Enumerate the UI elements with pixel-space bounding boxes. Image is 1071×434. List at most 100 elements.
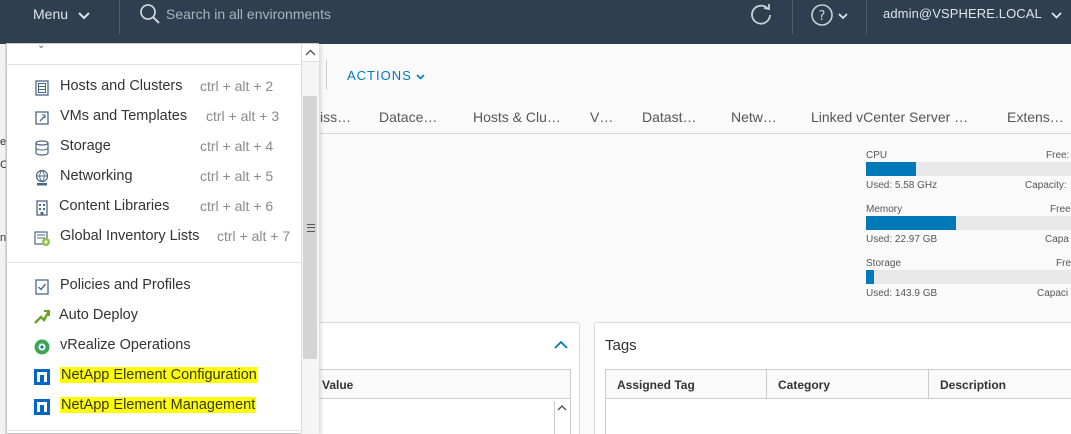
menu-item-label: NetApp Element Management	[60, 397, 257, 413]
toolbar-divider	[326, 60, 327, 90]
column-header-category[interactable]: Category	[766, 369, 929, 399]
refresh-icon[interactable]	[748, 1, 774, 32]
grid-scrollbar[interactable]	[554, 401, 570, 434]
storage-icon	[33, 139, 51, 157]
meter-bar	[866, 270, 1071, 284]
menu-item-networking[interactable]: Networking ctrl + alt + 5	[33, 166, 303, 190]
highlighted-label: NetApp Element Management	[60, 397, 257, 413]
column-header-label: Category	[778, 378, 831, 392]
help-icon[interactable]: ?	[810, 3, 834, 32]
collapse-chevron-up-icon[interactable]	[554, 336, 568, 354]
scrollbar-thumb[interactable]	[303, 96, 317, 359]
menu-item-vms-and-templates[interactable]: VMs and Templates ctrl + alt + 3	[33, 106, 303, 130]
tab-permissions[interactable]: iss…	[320, 109, 351, 125]
chevron-down-icon	[78, 1, 90, 29]
menu-item-label: Networking	[60, 168, 133, 184]
main-menu-dropdown: ⌄ Hosts and Clusters ctrl + alt + 2 VMs …	[6, 40, 319, 434]
menu-divider	[7, 64, 301, 65]
column-header-label: Description	[940, 378, 1007, 392]
tags-card-title: Tags	[605, 337, 637, 354]
menu-item-storage[interactable]: Storage ctrl + alt + 4	[33, 136, 303, 160]
scroll-up-arrow-icon[interactable]	[302, 44, 319, 62]
object-tabs: iss… Datace… Hosts & Clu… V… Datast… Net…	[320, 104, 1071, 134]
meter-label: Storage	[866, 258, 902, 269]
column-header-description[interactable]: Description	[928, 369, 1071, 399]
meter-free: Free	[1050, 204, 1071, 215]
vrealize-icon	[33, 338, 51, 356]
column-header-assigned-tag[interactable]: Assigned Tag	[605, 369, 767, 399]
tags-grid-body	[605, 399, 1071, 434]
menu-item-policies-and-profiles[interactable]: Policies and Profiles	[33, 275, 303, 299]
keyboard-shortcut: ctrl + alt + 3	[206, 108, 280, 124]
menu-label: Menu	[33, 6, 69, 22]
keyboard-shortcut: ctrl + alt + 5	[200, 168, 274, 184]
content-libraries-icon	[33, 199, 51, 217]
chevron-down-icon	[416, 74, 425, 80]
header-divider	[866, 0, 867, 34]
menu-item-content-libraries[interactable]: Content Libraries ctrl + alt + 6	[33, 196, 303, 220]
meter-used: Used: 22.97 GB	[866, 234, 938, 245]
user-menu[interactable]: admin@VSPHERE.LOCAL	[883, 0, 1062, 28]
scrollbar-grip-icon	[307, 224, 315, 232]
header-divider	[119, 0, 120, 34]
actions-menu-button[interactable]: ACTIONS	[347, 68, 425, 83]
menu-item-label: vRealize Operations	[60, 337, 191, 353]
keyboard-shortcut: ctrl + alt + 6	[200, 198, 274, 214]
top-header-bar: Menu ? admin@VSPHERE.LOCAL	[0, 0, 1071, 44]
auto-deploy-icon	[33, 308, 51, 326]
column-header-value[interactable]: Value	[322, 378, 353, 392]
meter-label: CPU	[866, 150, 888, 161]
tab-datacenters[interactable]: Datace…	[379, 109, 437, 125]
tab-linked-vcenter[interactable]: Linked vCenter Server …	[811, 109, 968, 125]
menu-scrollbar[interactable]	[301, 44, 319, 434]
attributes-grid-body	[313, 399, 571, 434]
vms-templates-icon	[33, 109, 51, 127]
menu-item-label: NetApp Element Configuration	[60, 367, 258, 383]
menu-button[interactable]: Menu	[33, 0, 90, 28]
tab-hosts-clusters[interactable]: Hosts & Clu…	[473, 109, 561, 125]
search-icon[interactable]	[139, 3, 161, 30]
menu-item-vrealize-operations[interactable]: vRealize Operations	[33, 335, 303, 359]
scroll-up-arrow-icon[interactable]	[555, 402, 569, 414]
menu-divider	[7, 262, 301, 263]
tab-datastores[interactable]: Datast…	[642, 109, 696, 125]
networking-icon	[33, 169, 51, 187]
netapp-icon	[33, 368, 51, 386]
menu-item-netapp-element-configuration[interactable]: NetApp Element Configuration	[33, 365, 303, 389]
column-header-label: Assigned Tag	[617, 378, 695, 392]
menu-item-hosts-and-clusters[interactable]: Hosts and Clusters ctrl + alt + 2	[33, 76, 303, 100]
menu-item-label: VMs and Templates	[60, 108, 188, 124]
menu-item-label: Policies and Profiles	[60, 277, 191, 293]
menu-item-auto-deploy[interactable]: Auto Deploy	[33, 305, 303, 329]
meter-used: Used: 143.9 GB	[866, 288, 938, 299]
menu-item-label: Storage	[60, 138, 111, 154]
menu-item-label: Auto Deploy	[59, 307, 138, 323]
menu-item-global-inventory-lists[interactable]: Global Inventory Lists ctrl + alt + 7	[33, 226, 303, 250]
attributes-grid-header: Value	[313, 369, 571, 399]
scroll-more-chevron-icon: ⌄	[37, 40, 46, 51]
meter-fill	[866, 162, 917, 176]
actions-label: ACTIONS	[347, 68, 412, 83]
global-inventory-icon	[33, 229, 51, 247]
keyboard-shortcut: ctrl + alt + 4	[200, 138, 274, 154]
meter-fill	[866, 270, 875, 284]
custom-attributes-card: Value	[312, 322, 580, 434]
tab-networks[interactable]: Netw…	[731, 109, 777, 125]
chevron-down-icon	[1051, 1, 1062, 29]
header-divider	[792, 0, 793, 34]
hosts-clusters-icon	[33, 79, 51, 97]
keyboard-shortcut: ctrl + alt + 7	[217, 228, 291, 244]
meter-fill	[866, 216, 957, 230]
global-search-input[interactable]	[166, 4, 526, 24]
tab-extensions[interactable]: Extens…	[1007, 109, 1064, 125]
meter-label: Memory	[866, 204, 903, 215]
netapp-icon	[33, 398, 51, 416]
help-chevron-down-icon[interactable]	[838, 7, 848, 25]
meter-free: Free:	[1046, 150, 1070, 161]
meter-capacity: Capacity:	[1025, 180, 1067, 191]
policies-icon	[33, 278, 51, 296]
menu-divider	[7, 430, 301, 431]
tab-vms[interactable]: V…	[590, 109, 613, 125]
meter-capacity: Capa	[1045, 234, 1069, 245]
menu-item-netapp-element-management[interactable]: NetApp Element Management	[33, 395, 303, 419]
